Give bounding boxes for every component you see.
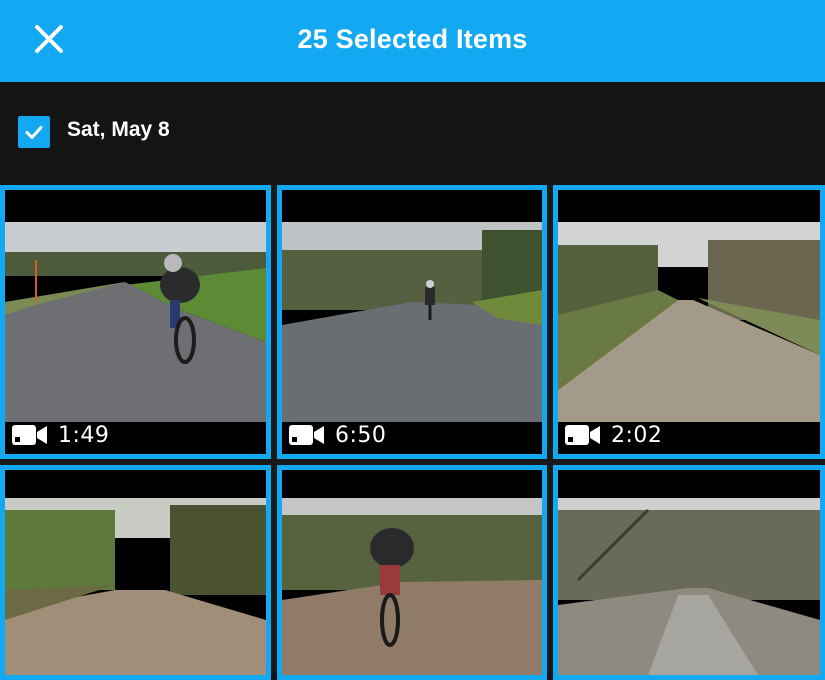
date-group-header: Sat, May 8 xyxy=(0,82,825,185)
video-thumbnail xyxy=(558,190,820,454)
checkmark-icon xyxy=(25,126,43,139)
video-duration: 2:02 xyxy=(611,422,663,448)
select-all-checkbox[interactable] xyxy=(18,116,50,148)
video-info-badge: 6:50 xyxy=(282,416,542,454)
video-thumbnail xyxy=(5,470,266,675)
video-camera-icon xyxy=(565,425,600,445)
video-camera-icon xyxy=(12,425,47,445)
video-camera-icon xyxy=(289,425,324,445)
video-thumbnail xyxy=(282,190,542,454)
media-grid: 1:49 6:50 2:02 xyxy=(0,185,825,680)
media-tile[interactable] xyxy=(0,465,271,680)
date-label: Sat, May 8 xyxy=(67,118,170,141)
media-tile[interactable] xyxy=(553,465,825,680)
video-thumbnail xyxy=(5,190,266,454)
video-duration: 6:50 xyxy=(335,422,387,448)
page-title: 25 Selected Items xyxy=(297,24,528,54)
video-thumbnail xyxy=(282,470,542,675)
video-info-badge: 1:49 xyxy=(5,416,266,454)
media-tile[interactable] xyxy=(277,465,547,680)
header-bar: 25 Selected Items xyxy=(0,0,825,82)
video-info-badge: 2:02 xyxy=(558,416,820,454)
media-tile[interactable]: 1:49 xyxy=(0,185,271,459)
media-tile[interactable]: 2:02 xyxy=(553,185,825,459)
video-thumbnail xyxy=(558,470,820,675)
video-duration: 1:49 xyxy=(58,422,110,448)
media-tile[interactable]: 6:50 xyxy=(277,185,547,459)
